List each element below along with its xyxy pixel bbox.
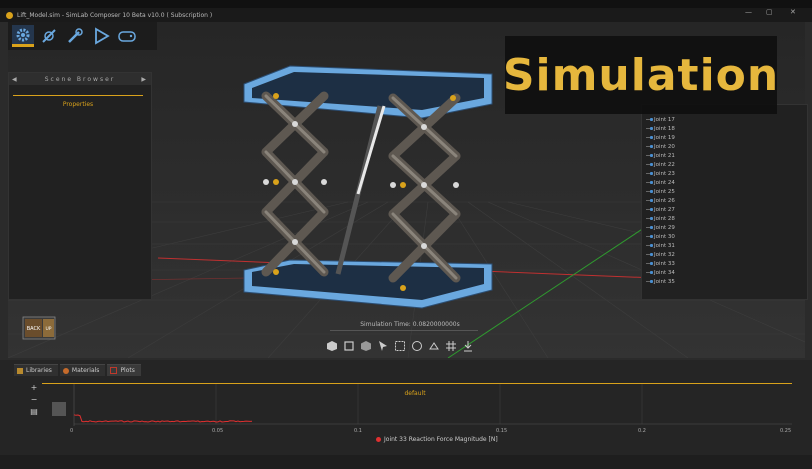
wireframe-icon xyxy=(428,340,440,352)
frame-button[interactable] xyxy=(393,339,407,353)
x-tick-label: 0.15 xyxy=(496,428,507,434)
wrench-icon xyxy=(66,27,84,45)
fit-view-button[interactable] xyxy=(342,339,356,353)
scroll-right-icon[interactable]: ▶ xyxy=(141,76,148,83)
scene-browser-title: Scene Browser xyxy=(45,76,116,83)
cursor-icon xyxy=(377,340,389,352)
sphere-icon xyxy=(411,340,423,352)
legend-dot xyxy=(376,437,381,442)
view-cube-back: BACK xyxy=(27,326,41,332)
library-icon xyxy=(17,368,23,374)
export-button[interactable] xyxy=(461,339,475,353)
fit-icon xyxy=(343,340,355,352)
view-cube[interactable]: BACK UP xyxy=(22,316,56,340)
tab-plots-label: Plots xyxy=(120,367,134,374)
x-tick-label: 0 xyxy=(70,428,73,434)
grid-icon xyxy=(445,340,457,352)
play-icon xyxy=(92,27,110,45)
joint-list-item[interactable]: Joint 34 xyxy=(642,268,807,277)
joint-list-item[interactable]: Joint 30 xyxy=(642,232,807,241)
wireframe-button[interactable] xyxy=(427,339,441,353)
joint-list-item[interactable]: Joint 24 xyxy=(642,178,807,187)
banner-text: Simulation xyxy=(503,50,779,101)
close-button[interactable]: ✕ xyxy=(790,8,796,16)
simulation-time-divider xyxy=(330,330,478,331)
joint-list-item[interactable]: Joint 19 xyxy=(642,133,807,142)
settings-tool[interactable] xyxy=(12,25,34,47)
x-tick-label: 0.1 xyxy=(354,428,362,434)
plot-side-tools: + − ▤ xyxy=(28,383,40,416)
joint-list-item[interactable]: Joint 29 xyxy=(642,223,807,232)
joint-list-item[interactable]: Joint 28 xyxy=(642,214,807,223)
x-tick-label: 0.05 xyxy=(212,428,223,434)
game-tool[interactable] xyxy=(116,25,138,47)
sphere-button[interactable] xyxy=(410,339,424,353)
joint-list-item[interactable]: Joint 21 xyxy=(642,151,807,160)
joint-icon xyxy=(40,27,58,45)
scene-browser-panel: ◀ Scene Browser ▶ Properties xyxy=(8,72,152,300)
joint-list-panel: Joint 17 Joint 18 Joint 19 Joint 20 Joint 21… xyxy=(641,104,808,300)
reaction-force-series xyxy=(74,415,252,422)
cube-icon xyxy=(326,340,338,352)
joint-list-item[interactable]: Joint 31 xyxy=(642,241,807,250)
shading-button[interactable] xyxy=(359,339,373,353)
joint-list-item[interactable]: Joint 22 xyxy=(642,160,807,169)
bottom-tabs: Libraries Materials Plots xyxy=(14,364,141,375)
joint-list-item[interactable]: Joint 23 xyxy=(642,169,807,178)
joint-list-item[interactable]: Joint 26 xyxy=(642,196,807,205)
view-cube-up: UP xyxy=(45,326,51,332)
frame-icon xyxy=(394,340,406,352)
app-icon xyxy=(6,12,13,19)
tab-libraries[interactable]: Libraries xyxy=(14,364,58,376)
legend-label: Joint 33 Reaction Force Magnitude [N] xyxy=(384,436,498,443)
palette-icon xyxy=(63,368,69,374)
download-icon xyxy=(462,340,474,352)
play-tool[interactable] xyxy=(90,25,112,47)
top-strip xyxy=(0,0,812,8)
plot-icon xyxy=(110,367,117,374)
tab-plots[interactable]: Plots xyxy=(107,364,140,376)
select-button[interactable] xyxy=(376,339,390,353)
tools-tool[interactable] xyxy=(64,25,86,47)
joint-list-item[interactable]: Joint 32 xyxy=(642,250,807,259)
joint-list-item[interactable]: Joint 35 xyxy=(642,277,807,286)
gear-icon xyxy=(15,27,31,43)
properties-label[interactable]: Properties xyxy=(13,95,143,108)
scroll-left-icon[interactable]: ◀ xyxy=(12,76,19,83)
shaded-cube-icon xyxy=(360,340,372,352)
simulation-time: Simulation Time: 0.0820000000s xyxy=(340,321,480,328)
joint-list-item[interactable]: Joint 25 xyxy=(642,187,807,196)
window-title: Lift_Model.sim - SimLab Composer 10 Beta… xyxy=(17,12,212,19)
joint-list-item[interactable]: Joint 33 xyxy=(642,259,807,268)
grid-button[interactable] xyxy=(444,339,458,353)
joint-list-item[interactable]: Joint 20 xyxy=(642,142,807,151)
zoom-in-icon[interactable]: + xyxy=(31,383,38,392)
tab-materials[interactable]: Materials xyxy=(60,364,106,376)
tab-materials-label: Materials xyxy=(72,367,100,374)
x-tick-label: 0.25 xyxy=(780,428,791,434)
viewport-toolbar xyxy=(325,337,479,355)
mechanics-tool[interactable] xyxy=(38,25,60,47)
plot-title: default xyxy=(360,390,470,397)
plot-legend-swatch xyxy=(52,402,66,416)
zoom-out-icon[interactable]: − xyxy=(31,395,38,404)
x-tick-label: 0.2 xyxy=(638,428,646,434)
gamepad-icon xyxy=(117,28,137,44)
maximize-button[interactable]: ▢ xyxy=(766,8,773,16)
joint-list-item[interactable]: Joint 17 xyxy=(642,115,807,124)
view-cube-button[interactable] xyxy=(325,339,339,353)
joint-list-item[interactable]: Joint 27 xyxy=(642,205,807,214)
joint-list-item[interactable]: Joint 18 xyxy=(642,124,807,133)
main-toolbar xyxy=(8,22,157,50)
simulation-banner: Simulation xyxy=(505,36,777,114)
plot-settings-icon[interactable]: ▤ xyxy=(30,407,38,416)
plot-legend: Joint 33 Reaction Force Magnitude [N] xyxy=(376,436,498,443)
title-bar: Lift_Model.sim - SimLab Composer 10 Beta… xyxy=(0,8,812,22)
bottom-edge xyxy=(0,455,812,469)
tab-libraries-label: Libraries xyxy=(26,367,52,374)
minimize-button[interactable]: — xyxy=(745,8,752,16)
scene-browser-header: ◀ Scene Browser ▶ xyxy=(9,73,151,85)
